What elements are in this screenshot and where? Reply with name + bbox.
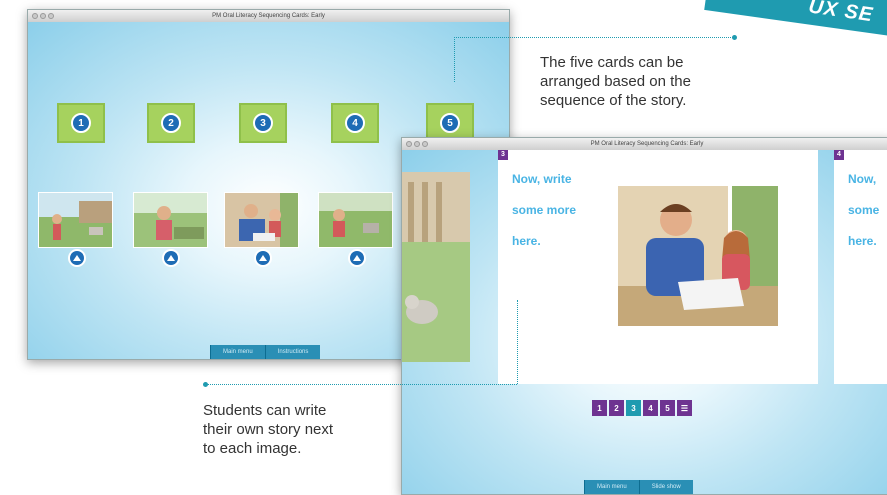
- annotation-leader-bottom: [206, 384, 517, 385]
- pager-button-2[interactable]: 2: [609, 400, 624, 416]
- annotation-line: arranged based on the: [540, 73, 691, 90]
- sequence-slot-1[interactable]: 1: [57, 103, 105, 143]
- story-line: some more: [512, 203, 577, 217]
- main-menu-button[interactable]: Main menu: [584, 480, 639, 494]
- close-dot[interactable]: [32, 13, 38, 19]
- bottom-button-bar: Main menu Instructions: [210, 345, 321, 359]
- previous-card[interactable]: [402, 172, 470, 362]
- window-title: PM Oral Literacy Sequencing Cards: Early: [212, 13, 325, 19]
- story-line: here.: [512, 234, 541, 248]
- sky-background: 3 Now, write some more here. 4 Now, some…: [402, 150, 887, 494]
- close-dot[interactable]: [406, 141, 412, 147]
- card-number: 3: [498, 150, 508, 160]
- move-card-up-icon[interactable]: [348, 249, 366, 267]
- minimize-dot[interactable]: [414, 141, 420, 147]
- zoom-dot[interactable]: [48, 13, 54, 19]
- writing-window: PM Oral Literacy Sequencing Cards: Early…: [401, 137, 887, 495]
- sequence-slot-3[interactable]: 3: [239, 103, 287, 143]
- story-illustration: [618, 186, 778, 326]
- card-pager: 1 2 3 4 5 ☰: [592, 400, 692, 416]
- story-text-area[interactable]: Now, write some more here.: [512, 164, 576, 257]
- pager-button-4[interactable]: 4: [643, 400, 658, 416]
- annotation-bottom: Students can write their own story next …: [203, 401, 333, 458]
- slot-number: 5: [440, 113, 460, 133]
- annotation-line: Students can write: [203, 402, 327, 419]
- annotation-line: their own story next: [203, 421, 334, 438]
- sequence-slot-2[interactable]: 2: [147, 103, 195, 143]
- window-title: PM Oral Literacy Sequencing Cards: Early: [590, 141, 704, 147]
- story-line: some: [848, 203, 880, 217]
- story-line: Now,: [848, 172, 877, 186]
- story-card-image-girl-dog[interactable]: [318, 192, 393, 248]
- story-text-area[interactable]: Now, some here.: [848, 164, 879, 257]
- corner-banner: UX SE: [704, 0, 887, 38]
- sequence-slot-4[interactable]: 4: [331, 103, 379, 143]
- annotation-line: The five cards can be: [540, 54, 684, 71]
- banner-text: UX SE: [807, 0, 875, 27]
- move-card-up-icon[interactable]: [254, 249, 272, 267]
- move-card-up-icon[interactable]: [68, 249, 86, 267]
- annotation-top: The five cards can be arranged based on …: [540, 53, 691, 110]
- slide-show-button[interactable]: Slide show: [638, 480, 693, 494]
- pager-button-1[interactable]: 1: [592, 400, 607, 416]
- next-card[interactable]: 4 Now, some here.: [834, 150, 887, 384]
- story-card-image-girl-yard[interactable]: [38, 192, 113, 248]
- minimize-dot[interactable]: [40, 13, 46, 19]
- pager-button-5[interactable]: 5: [660, 400, 675, 416]
- zoom-dot[interactable]: [422, 141, 428, 147]
- pager-button-3-current[interactable]: 3: [626, 400, 641, 416]
- move-card-up-icon[interactable]: [162, 249, 180, 267]
- slot-number: 1: [71, 113, 91, 133]
- story-card-image-father-daughter[interactable]: [224, 192, 299, 248]
- annotation-dot: [732, 35, 737, 40]
- story-card-image-girl-table[interactable]: [133, 192, 208, 248]
- annotation-leader-top: [454, 37, 735, 38]
- slot-number: 3: [253, 113, 273, 133]
- bottom-button-bar: Main menu Slide show: [584, 480, 693, 494]
- current-card: 3 Now, write some more here.: [498, 150, 818, 384]
- instructions-button[interactable]: Instructions: [264, 345, 321, 359]
- main-menu-button[interactable]: Main menu: [210, 345, 265, 359]
- annotation-dot: [203, 382, 208, 387]
- story-line: Now, write: [512, 172, 572, 186]
- story-line: here.: [848, 234, 877, 248]
- slot-number: 4: [345, 113, 365, 133]
- annotation-leader-top-vertical: [454, 37, 455, 82]
- annotation-line: sequence of the story.: [540, 92, 687, 109]
- annotation-leader-bottom-vertical: [517, 300, 518, 384]
- slot-number: 2: [161, 113, 181, 133]
- annotation-line: to each image.: [203, 440, 302, 457]
- text-notes-icon[interactable]: ☰: [677, 400, 692, 416]
- card-number: 4: [834, 150, 844, 160]
